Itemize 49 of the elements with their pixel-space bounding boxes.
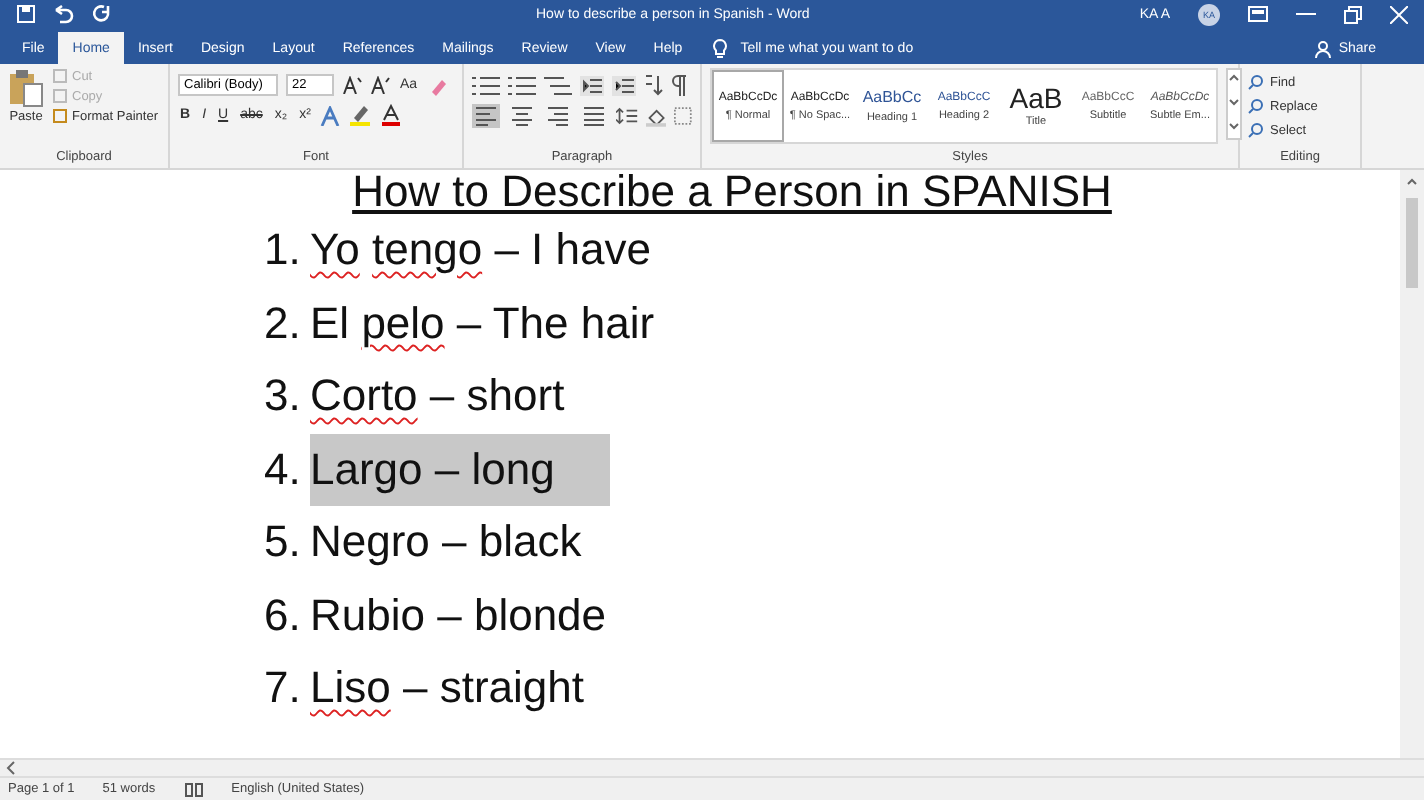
list-entry: Negro – black — [310, 514, 584, 570]
shading-icon[interactable] — [645, 105, 667, 127]
list-entry: Rubio – blonde — [310, 587, 609, 643]
gallery-scroll-icon[interactable] — [1226, 68, 1242, 140]
decrease-indent-icon[interactable] — [580, 75, 604, 95]
redo-icon[interactable] — [92, 4, 112, 24]
search-icon — [1248, 74, 1264, 90]
list-entry: Largo – long — [310, 433, 611, 506]
list-number: 7. — [264, 660, 303, 716]
align-button[interactable] — [544, 104, 572, 128]
search-icon — [1248, 122, 1264, 138]
grow-font-icon[interactable] — [342, 76, 362, 94]
list-number: 4. — [264, 441, 303, 497]
list-entry: Corto – short — [310, 368, 567, 424]
ribbon-display-icon[interactable] — [1248, 6, 1268, 22]
text-effects-icon[interactable] — [320, 105, 341, 125]
proofing-icon[interactable] — [183, 781, 204, 797]
horizontal-scrollbar-icon[interactable] — [4, 760, 20, 776]
search-icon — [1248, 98, 1264, 114]
numbering-icon[interactable] — [508, 75, 536, 95]
highlighter-icon[interactable] — [348, 104, 373, 126]
close-icon[interactable] — [1390, 5, 1408, 23]
increase-indent-icon[interactable] — [612, 75, 636, 95]
list-number: 1. — [264, 222, 303, 278]
list-number: 2. — [264, 295, 303, 351]
bullets-icon[interactable] — [472, 75, 500, 95]
vertical-scrollbar-icon[interactable] — [1402, 174, 1422, 294]
list-number: 6. — [264, 587, 303, 643]
list-number: 5. — [264, 514, 303, 570]
list-entry: El pelo – The hair — [310, 295, 657, 352]
borders-icon[interactable] — [674, 106, 693, 126]
line-spacing-icon[interactable] — [616, 106, 638, 126]
sort-icon[interactable] — [644, 74, 664, 96]
list-entry: Yo tengo – I have — [310, 222, 653, 278]
document-title: How to Describe a Person in SPANISH — [350, 170, 1114, 214]
restore-icon[interactable] — [1344, 5, 1362, 23]
person-icon — [1314, 39, 1333, 57]
list-number: 3. — [264, 368, 303, 424]
list-entry: Liso – straight — [310, 660, 586, 716]
font-color-icon[interactable] — [380, 104, 403, 126]
align-button[interactable] — [580, 104, 608, 128]
multilevel-list-icon[interactable] — [544, 75, 572, 95]
pilcrow-icon[interactable] — [672, 74, 688, 96]
align-button[interactable] — [472, 104, 500, 128]
lightbulb-icon — [712, 37, 729, 59]
shrink-font-icon[interactable] — [370, 76, 390, 94]
undo-icon[interactable] — [52, 4, 76, 24]
align-button[interactable] — [508, 104, 536, 128]
save-icon[interactable] — [16, 4, 36, 24]
